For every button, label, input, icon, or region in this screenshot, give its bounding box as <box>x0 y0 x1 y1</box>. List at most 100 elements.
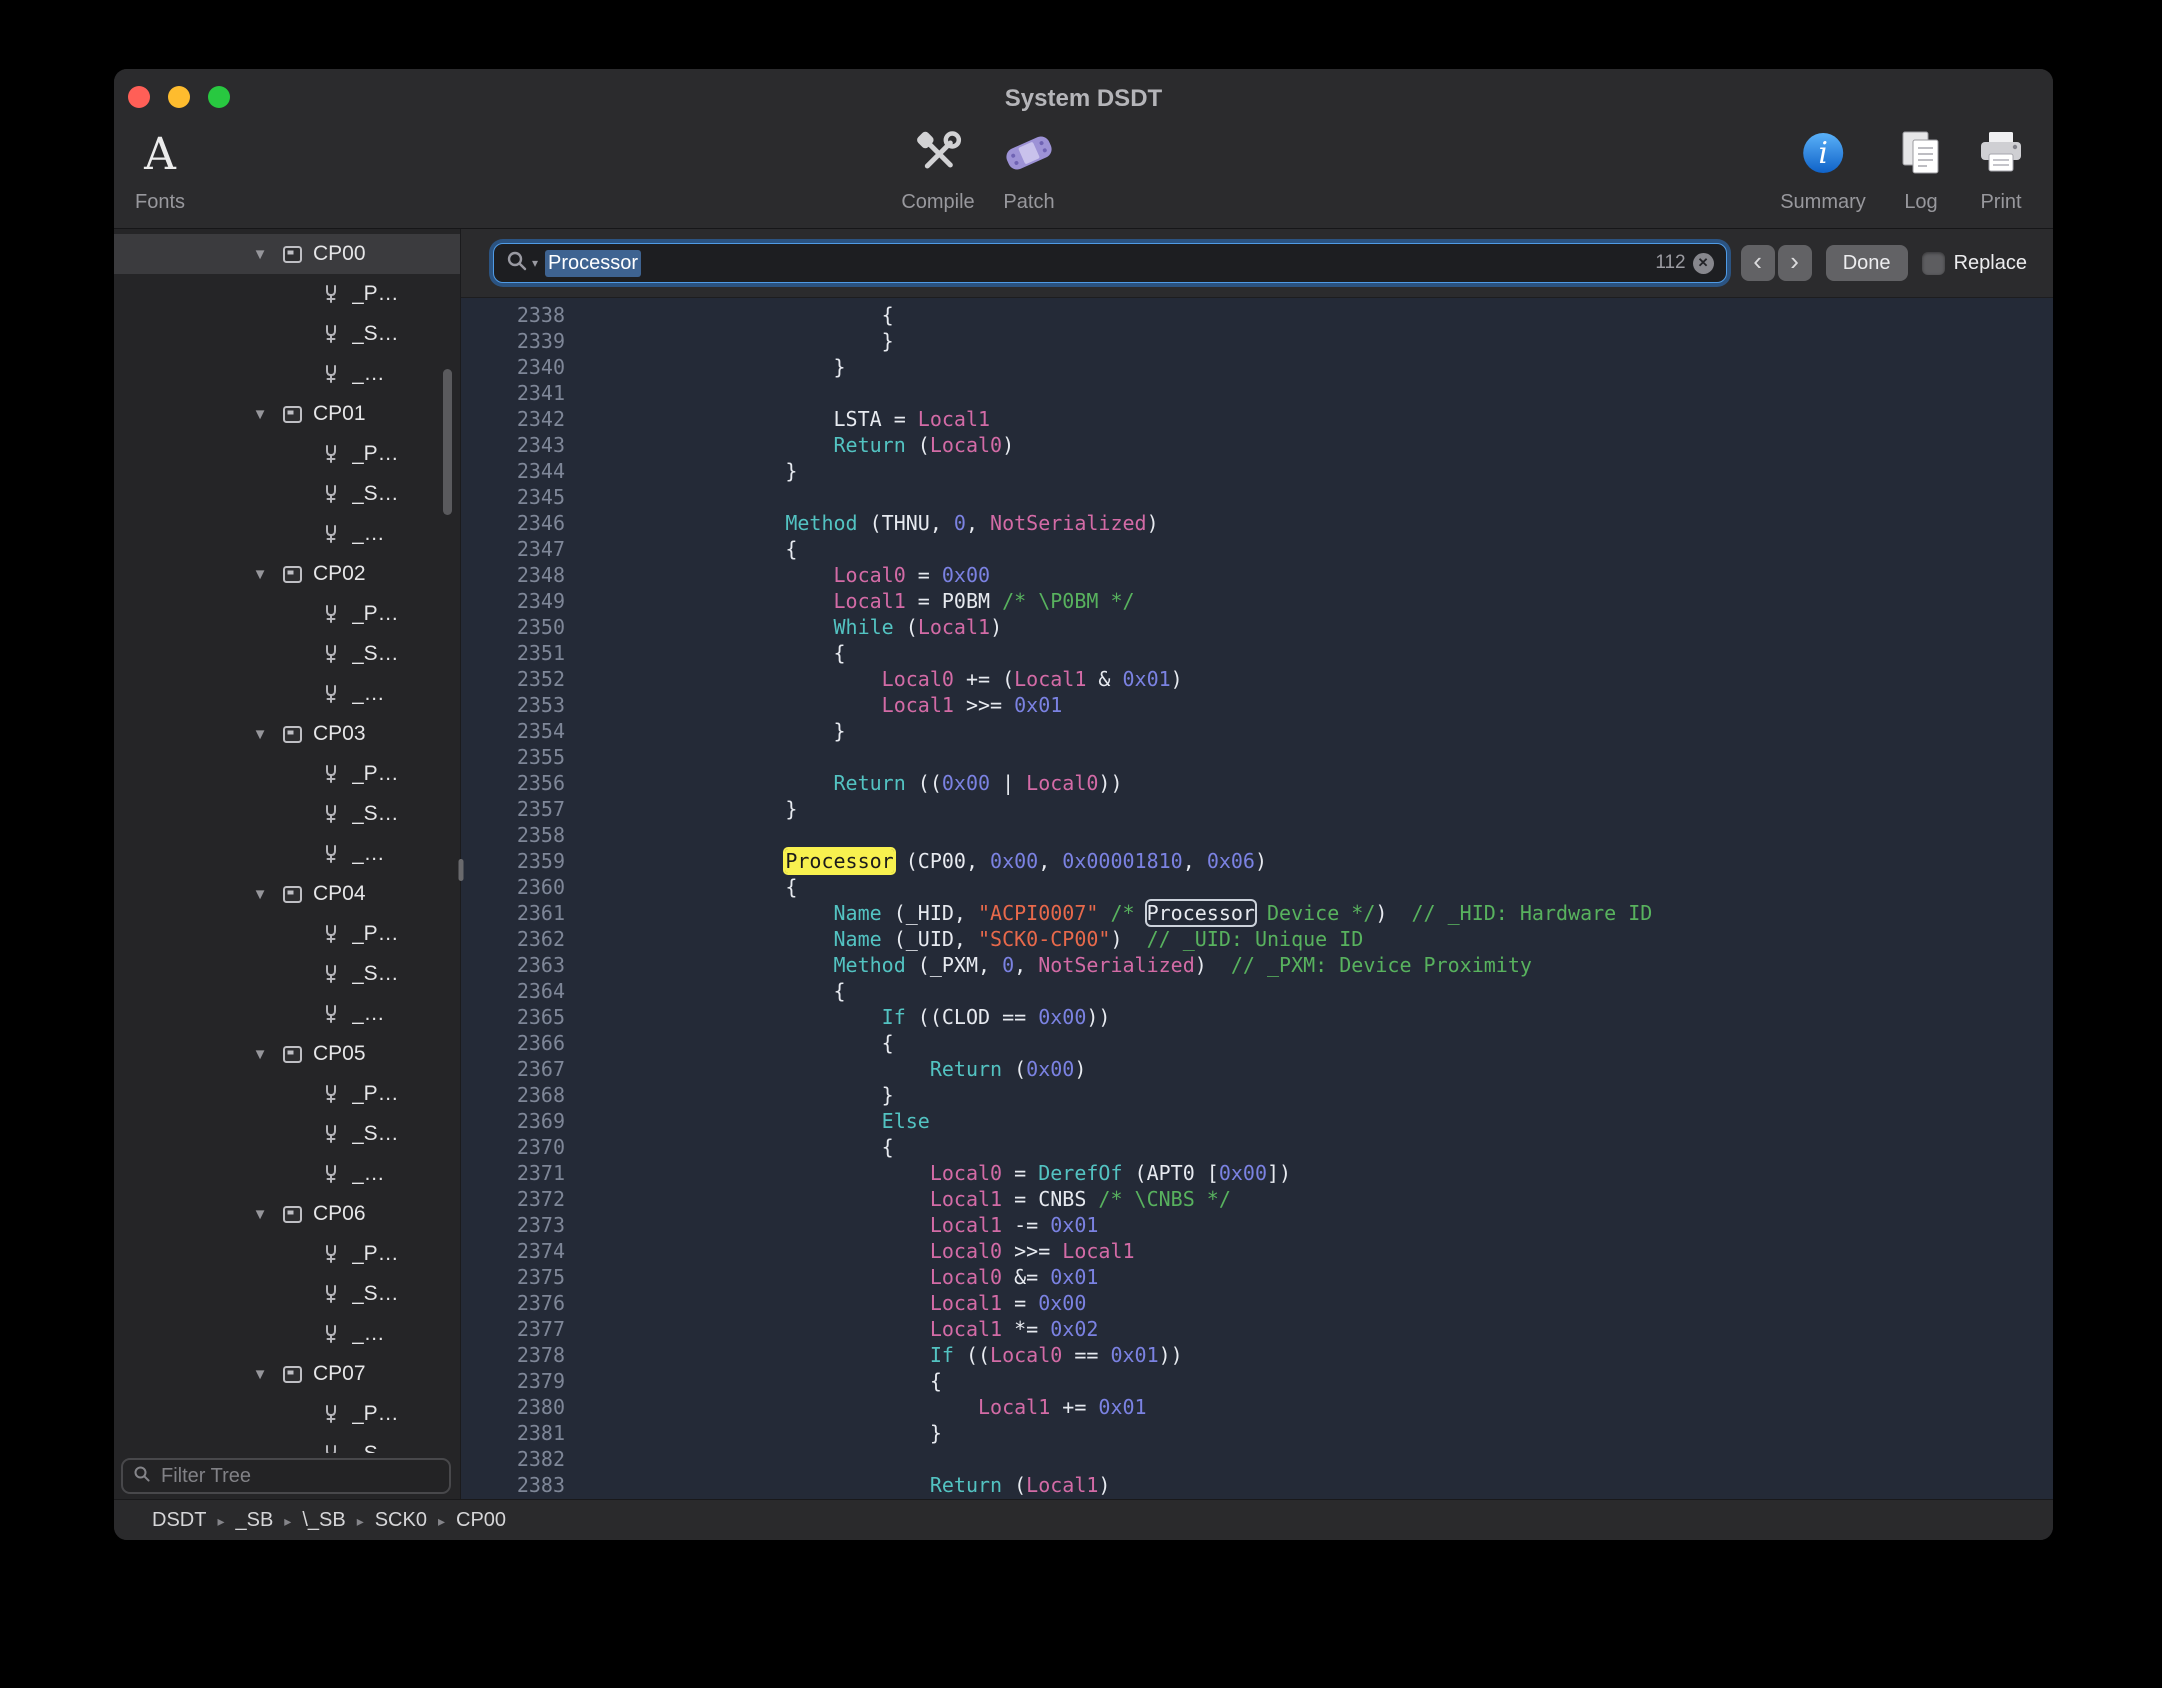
code-line: 2360 { <box>461 874 2053 900</box>
code-line: 2375 Local0 &= 0x01 <box>461 1264 2053 1290</box>
patch-button[interactable]: Patch <box>1001 119 1057 214</box>
breadcrumb-item[interactable]: SCK0 <box>375 1509 427 1532</box>
tree-item[interactable]: _… <box>114 1314 460 1354</box>
code-line: 2356 Return ((0x00 | Local0)) <box>461 770 2053 796</box>
line-number: 2364 <box>461 978 565 1004</box>
log-button[interactable]: Log <box>1897 119 1945 214</box>
disclosure-triangle-icon[interactable]: ▼ <box>248 246 272 263</box>
search-input[interactable]: Processor <box>545 250 641 277</box>
line-number: 2350 <box>461 614 565 640</box>
find-previous-button[interactable]: ‹ <box>1741 245 1775 281</box>
tree-item[interactable]: _S… <box>114 954 460 994</box>
line-number: 2365 <box>461 1004 565 1030</box>
tree-item[interactable]: _… <box>114 674 460 714</box>
breadcrumb-item[interactable]: \_SB <box>302 1509 345 1532</box>
find-next-button[interactable]: › <box>1778 245 1812 281</box>
sidebar-scrollbar[interactable] <box>443 369 452 515</box>
method-icon <box>319 1162 343 1186</box>
print-button[interactable]: Print <box>1976 119 2026 214</box>
search-field[interactable]: ▾ Processor 112 ✕ <box>493 243 1727 283</box>
line-number: 2382 <box>461 1446 565 1472</box>
breadcrumb-item[interactable]: CP00 <box>456 1509 506 1532</box>
replace-checkbox[interactable] <box>1922 252 1945 275</box>
tree-item-cp00[interactable]: ▼ CP00 <box>114 234 460 274</box>
tree-item[interactable]: _P… <box>114 1234 460 1274</box>
code-line: 2366 { <box>461 1030 2053 1056</box>
line-number: 2345 <box>461 484 565 510</box>
disclosure-triangle-icon[interactable]: ▼ <box>248 726 272 743</box>
tree-item[interactable]: _P… <box>114 274 460 314</box>
tree-item[interactable]: _P… <box>114 914 460 954</box>
line-number: 2384 <box>461 1498 565 1499</box>
tree-item[interactable]: _S… <box>114 314 460 354</box>
clear-search-button[interactable]: ✕ <box>1693 253 1714 274</box>
line-number: 2373 <box>461 1212 565 1238</box>
tree-item[interactable]: _… <box>114 1154 460 1194</box>
code-line: 2357 } <box>461 796 2053 822</box>
disclosure-triangle-icon[interactable]: ▼ <box>248 1366 272 1383</box>
tree-item-label: _S… <box>352 1282 399 1306</box>
tree-item-cp05[interactable]: ▼CP05 <box>114 1034 460 1074</box>
filter-tree-input[interactable] <box>159 1464 439 1489</box>
line-number: 2362 <box>461 926 565 952</box>
fonts-button[interactable]: A Fonts <box>135 119 185 214</box>
filter-tree-field[interactable] <box>121 1458 451 1494</box>
line-number: 2359 <box>461 848 565 874</box>
tree-item-label: _P… <box>352 762 399 786</box>
line-number: 2339 <box>461 328 565 354</box>
compile-button[interactable]: Compile <box>901 119 974 214</box>
method-icon <box>319 1282 343 1306</box>
code-line: 2381 } <box>461 1420 2053 1446</box>
tree-item[interactable]: _… <box>114 514 460 554</box>
summary-button[interactable]: i Summary <box>1780 119 1866 214</box>
tree-item-label: _… <box>352 842 385 866</box>
tree-item-cp02[interactable]: ▼CP02 <box>114 554 460 594</box>
method-icon <box>319 1242 343 1266</box>
tree-item-label: CP00 <box>313 242 366 266</box>
tree-item[interactable]: _S… <box>114 794 460 834</box>
disclosure-triangle-icon[interactable]: ▼ <box>248 566 272 583</box>
tree-item[interactable]: _P… <box>114 754 460 794</box>
disclosure-triangle-icon[interactable]: ▼ <box>248 1046 272 1063</box>
search-options-chevron-icon[interactable]: ▾ <box>532 256 538 270</box>
tree-item[interactable]: _S… <box>114 1114 460 1154</box>
method-icon <box>319 1322 343 1346</box>
disclosure-triangle-icon[interactable]: ▼ <box>248 1206 272 1223</box>
scope-icon <box>280 722 304 746</box>
tree-item[interactable]: _P… <box>114 594 460 634</box>
method-icon <box>319 522 343 546</box>
scope-icon <box>280 562 304 586</box>
tree-item[interactable]: _… <box>114 834 460 874</box>
tree-item-label: _S… <box>352 1442 399 1453</box>
done-button[interactable]: Done <box>1826 245 1908 281</box>
tree-item-cp01[interactable]: ▼CP01 <box>114 394 460 434</box>
method-icon <box>319 842 343 866</box>
tree-item[interactable]: _… <box>114 994 460 1034</box>
line-number: 2367 <box>461 1056 565 1082</box>
tree-item[interactable]: _P… <box>114 434 460 474</box>
line-number: 2354 <box>461 718 565 744</box>
search-icon <box>133 1465 151 1488</box>
breadcrumb-item[interactable]: _SB <box>235 1509 273 1532</box>
tree-item-cp06[interactable]: ▼CP06 <box>114 1194 460 1234</box>
tree-item-cp03[interactable]: ▼CP03 <box>114 714 460 754</box>
tree-item-label: _S… <box>352 1122 399 1146</box>
tree-item[interactable]: _P… <box>114 1394 460 1434</box>
method-icon <box>319 602 343 626</box>
disclosure-triangle-icon[interactable]: ▼ <box>248 406 272 423</box>
code-line: 2380 Local1 += 0x01 <box>461 1394 2053 1420</box>
code-line: 2343 Return (Local0) <box>461 432 2053 458</box>
tree-item[interactable]: _P… <box>114 1074 460 1114</box>
tree-item-cp04[interactable]: ▼CP04 <box>114 874 460 914</box>
tree-item-cp07[interactable]: ▼CP07 <box>114 1354 460 1394</box>
tree-item[interactable]: _S… <box>114 634 460 674</box>
split-drag-handle[interactable] <box>459 859 464 881</box>
breadcrumb-item[interactable]: DSDT <box>152 1509 206 1532</box>
code-editor[interactable]: 2338 {2339 }2340 }23412342 LSTA = Local1… <box>461 298 2053 1499</box>
line-number: 2349 <box>461 588 565 614</box>
disclosure-triangle-icon[interactable]: ▼ <box>248 886 272 903</box>
tree-item[interactable]: _S… <box>114 474 460 514</box>
tree-item[interactable]: _S… <box>114 1274 460 1314</box>
tree-item[interactable]: _… <box>114 354 460 394</box>
tree-item[interactable]: _S… <box>114 1434 460 1453</box>
